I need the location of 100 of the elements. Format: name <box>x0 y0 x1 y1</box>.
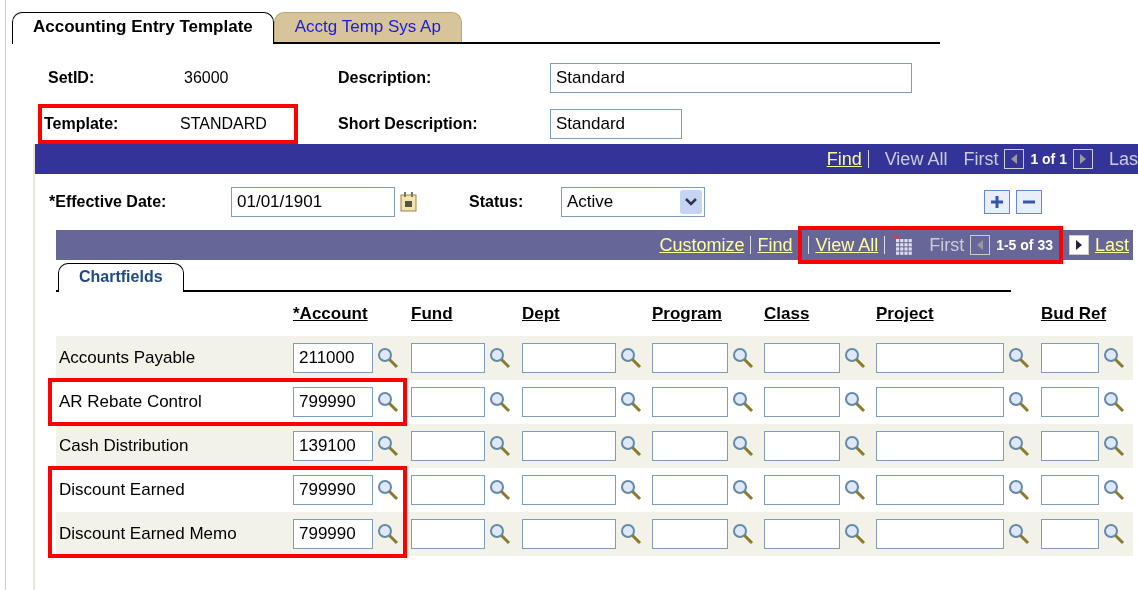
chartfield-input[interactable] <box>411 387 485 417</box>
row-count: 1 of 1 <box>1030 151 1067 167</box>
search-icon[interactable] <box>844 391 866 413</box>
search-icon[interactable] <box>377 435 399 457</box>
next-button[interactable] <box>1068 235 1089 255</box>
search-icon[interactable] <box>844 479 866 501</box>
chartfield-input[interactable] <box>876 475 1004 505</box>
search-icon[interactable] <box>489 479 511 501</box>
add-row-button[interactable] <box>984 190 1010 214</box>
chartfield-input[interactable] <box>522 519 616 549</box>
chartfield-input[interactable] <box>411 519 485 549</box>
chartfield-input[interactable]: 799990 <box>293 519 373 549</box>
chartfield-input[interactable] <box>652 343 728 373</box>
chartfield-input[interactable] <box>411 343 485 373</box>
chartfield-input[interactable] <box>764 475 840 505</box>
nav-link[interactable]: Find <box>826 148 862 170</box>
chartfield-input[interactable] <box>652 519 728 549</box>
search-icon[interactable] <box>732 479 754 501</box>
search-icon[interactable] <box>489 391 511 413</box>
chartfield-input[interactable] <box>652 431 728 461</box>
chartfield-input[interactable] <box>1041 387 1099 417</box>
chartfield-input[interactable] <box>522 387 616 417</box>
search-icon[interactable] <box>377 479 399 501</box>
nav-link[interactable]: Find <box>757 234 793 256</box>
chartfield-input[interactable] <box>764 431 840 461</box>
search-icon[interactable] <box>732 347 754 369</box>
chartfield-input[interactable] <box>411 431 485 461</box>
column-header[interactable]: Class <box>764 304 810 324</box>
search-icon[interactable] <box>1008 523 1030 545</box>
chartfield-input[interactable] <box>876 431 1004 461</box>
chartfield-input[interactable] <box>764 519 840 549</box>
row-label: Discount Earned <box>58 480 186 500</box>
chartfield-input[interactable] <box>652 387 728 417</box>
search-icon[interactable] <box>1103 523 1125 545</box>
chartfield-input[interactable] <box>1041 475 1099 505</box>
chartfield-input[interactable]: 211000 <box>293 343 373 373</box>
chartfield-input[interactable] <box>522 431 616 461</box>
search-icon[interactable] <box>620 523 642 545</box>
search-icon[interactable] <box>1103 391 1125 413</box>
search-icon[interactable] <box>377 523 399 545</box>
chartfield-input[interactable] <box>764 343 840 373</box>
search-icon[interactable] <box>1008 435 1030 457</box>
search-icon[interactable] <box>1008 391 1030 413</box>
chartfield-input[interactable] <box>1041 519 1099 549</box>
column-header[interactable]: *Account <box>293 304 368 324</box>
search-icon[interactable] <box>620 391 642 413</box>
right-triangle-icon <box>1079 154 1086 164</box>
search-icon[interactable] <box>620 347 642 369</box>
chartfield-input[interactable] <box>876 519 1004 549</box>
search-icon[interactable] <box>620 479 642 501</box>
column-header[interactable]: Dept <box>522 304 560 324</box>
chartfield-input[interactable]: 799990 <box>293 387 373 417</box>
nav-link[interactable]: Last <box>1094 234 1129 256</box>
search-icon[interactable] <box>489 435 511 457</box>
search-icon[interactable] <box>1103 435 1125 457</box>
search-icon[interactable] <box>732 435 754 457</box>
date-field[interactable]: 01/01/1901 <box>231 187 395 217</box>
grid-icon[interactable] <box>891 234 914 256</box>
search-icon[interactable] <box>732 391 754 413</box>
search-icon[interactable] <box>844 523 866 545</box>
short-description-field[interactable]: Standard <box>550 109 682 139</box>
chartfield-input[interactable] <box>411 475 485 505</box>
chartfield-input[interactable] <box>876 343 1004 373</box>
search-icon[interactable] <box>1008 347 1030 369</box>
grid-tab[interactable]: Chartfields <box>58 263 184 292</box>
description-field[interactable]: Standard <box>550 63 912 93</box>
search-icon[interactable] <box>377 391 399 413</box>
search-icon[interactable] <box>1103 347 1125 369</box>
chartfield-input[interactable] <box>522 475 616 505</box>
chartfield-input[interactable] <box>1041 431 1099 461</box>
chartfield-input[interactable]: 799990 <box>293 475 373 505</box>
search-icon[interactable] <box>1008 479 1030 501</box>
search-icon[interactable] <box>489 347 511 369</box>
separator <box>750 236 752 254</box>
plus-icon <box>990 195 1004 209</box>
chartfield-input[interactable] <box>764 387 840 417</box>
column-header[interactable]: Fund <box>411 304 453 324</box>
search-icon[interactable] <box>1103 479 1125 501</box>
nav-link[interactable]: Customize <box>659 234 745 256</box>
search-icon[interactable] <box>732 523 754 545</box>
search-icon[interactable] <box>377 347 399 369</box>
nav-text: Las <box>1108 148 1138 170</box>
search-icon[interactable] <box>844 347 866 369</box>
calendar-icon[interactable] <box>399 191 419 213</box>
search-icon[interactable] <box>489 523 511 545</box>
column-header[interactable]: Program <box>652 304 722 324</box>
page-tab[interactable]: Acctg Temp Sys Ap <box>273 12 462 42</box>
chartfield-input[interactable] <box>652 475 728 505</box>
search-icon[interactable] <box>620 435 642 457</box>
chartfield-input[interactable] <box>876 387 1004 417</box>
search-icon[interactable] <box>844 435 866 457</box>
page-tab[interactable]: Accounting Entry Template <box>12 12 274 44</box>
status-dropdown[interactable]: Active <box>561 187 705 217</box>
chartfield-input[interactable] <box>1041 343 1099 373</box>
column-header[interactable]: Bud Ref <box>1041 304 1107 324</box>
delete-row-button[interactable] <box>1016 190 1042 214</box>
nav-link[interactable]: View All <box>815 234 879 256</box>
chartfield-input[interactable] <box>522 343 616 373</box>
column-header[interactable]: Project <box>876 304 934 324</box>
chartfield-input[interactable]: 139100 <box>293 431 373 461</box>
